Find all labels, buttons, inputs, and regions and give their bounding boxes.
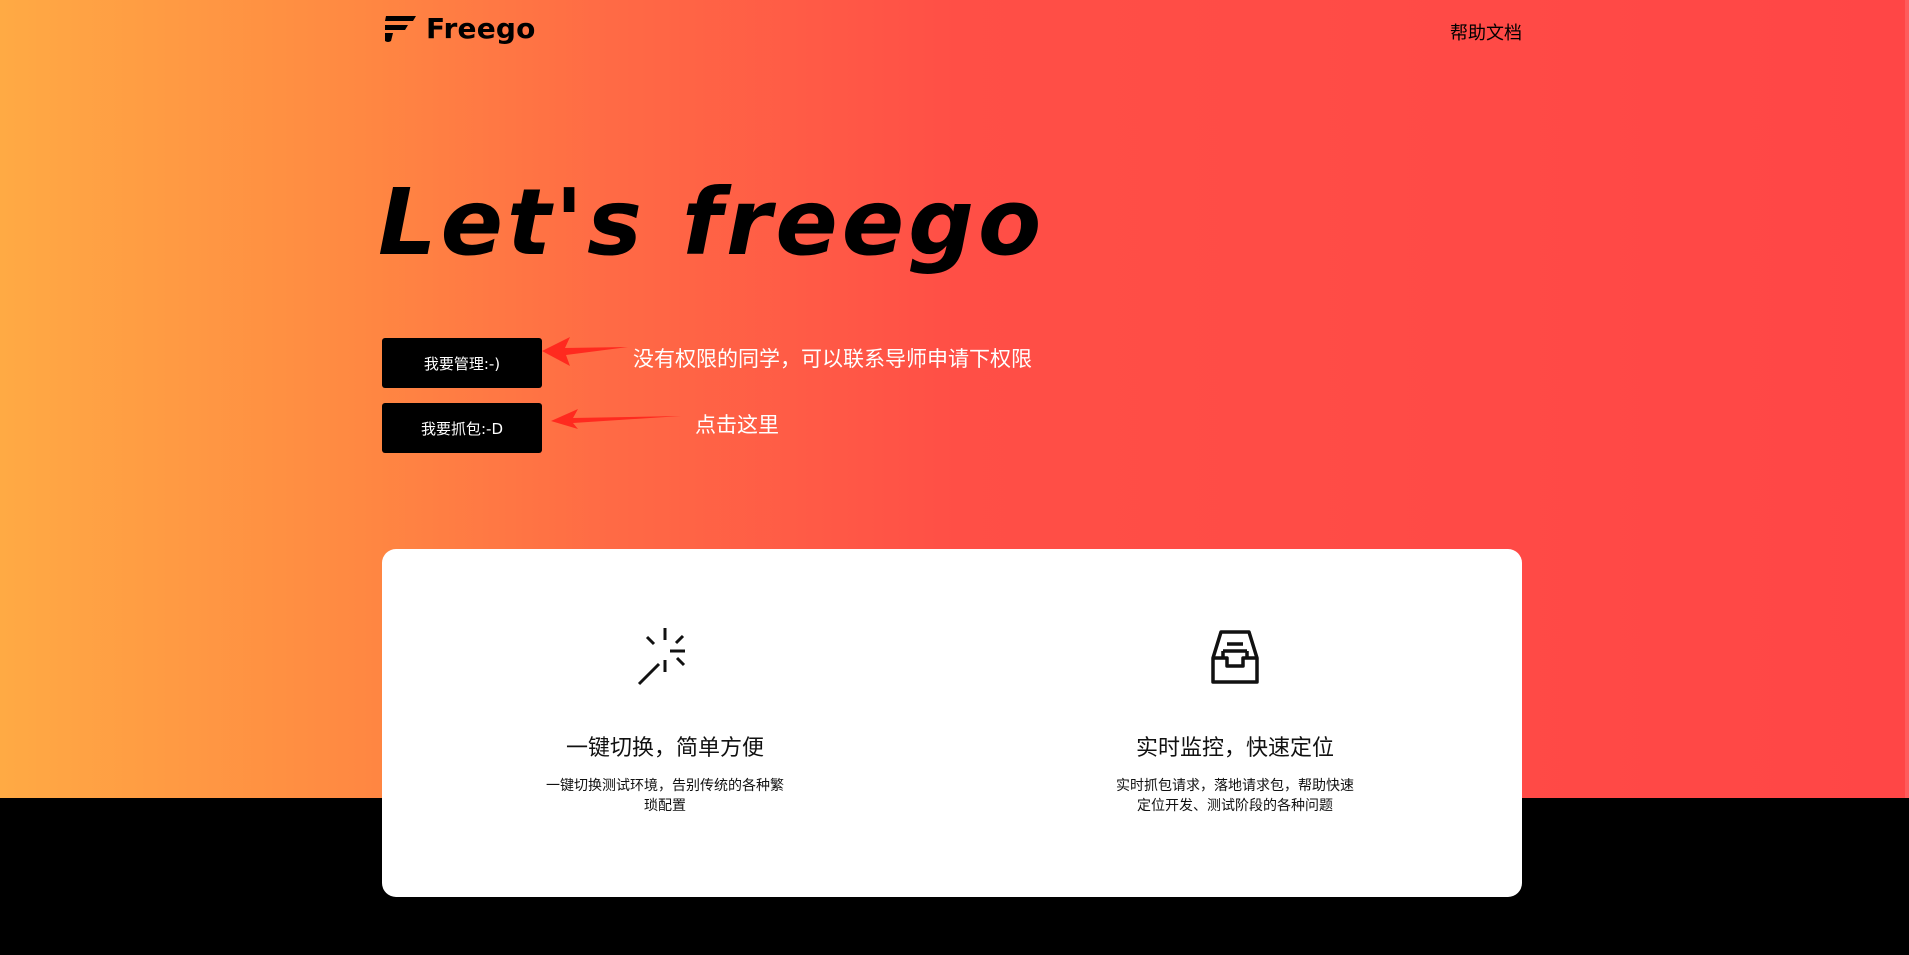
feature-switch: 一键切换，简单方便 一键切换测试环境，告别传统的各种繁琐配置 (540, 549, 790, 816)
help-docs-link[interactable]: 帮助文档 (1450, 19, 1522, 45)
click-here-annotation: 点击这里 (695, 413, 779, 437)
manage-button[interactable]: 我要管理:-) (382, 338, 542, 388)
freego-logo-icon (385, 15, 416, 42)
feature-description: 实时抓包请求，落地请求包，帮助快速定位开发、测试阶段的各种问题 (1116, 778, 1354, 814)
logo[interactable]: Freego (382, 12, 536, 45)
magic-wand-icon (637, 628, 686, 686)
feature-title: 实时监控，快速定位 (1135, 736, 1334, 761)
capture-button[interactable]: 我要抓包:-D (382, 403, 542, 453)
features-card: 一键切换，简单方便 一键切换测试环境，告别传统的各种繁琐配置 实时监控，快速定位… (382, 549, 1522, 897)
top-nav: Freego 帮助文档 (382, 10, 1522, 50)
feature-title: 一键切换，简单方便 (565, 736, 764, 761)
permission-annotation: 没有权限的同学，可以联系导师申请下权限 (633, 347, 1032, 371)
feature-monitor: 实时监控，快速定位 实时抓包请求，落地请求包，帮助快速定位开发、测试阶段的各种问… (1110, 549, 1360, 816)
feature-description: 一键切换测试环境，告别传统的各种繁琐配置 (546, 778, 784, 814)
page: Freego 帮助文档 Let's freego 我要管理:-) 我要抓包:-D… (0, 0, 1909, 955)
hero-headline: Let's freego (378, 169, 1046, 276)
annotation-arrow-2-icon (551, 409, 681, 429)
scrollbar-track[interactable] (1905, 0, 1909, 798)
inbox-icon (1211, 630, 1259, 684)
brand-name: Freego (426, 12, 536, 45)
annotation-arrow-1-icon (542, 337, 628, 366)
